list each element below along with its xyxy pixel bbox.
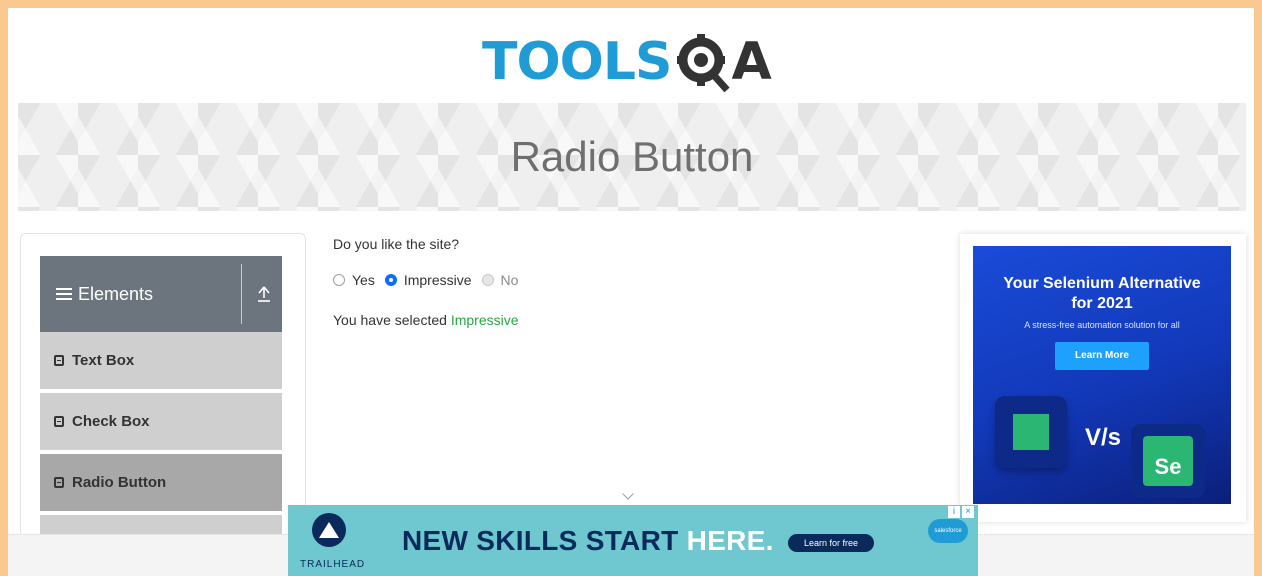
page-frame: TOOLS A Radio Button Elements Text Box C (8, 8, 1254, 576)
html5-icon (54, 416, 64, 427)
page-title: Radio Button (510, 133, 754, 180)
radio-group: Yes Impressive No (333, 272, 528, 288)
html5-icon (54, 477, 64, 488)
ad-learn-free-button[interactable]: Learn for free (788, 534, 874, 552)
radio-circle-disabled (481, 274, 494, 286)
ad-headline: NEW SKILLS START HERE. (402, 525, 774, 557)
collapse-up-icon[interactable] (256, 284, 272, 304)
result-value: Impressive (450, 312, 519, 328)
logo-text-end: A (731, 32, 772, 92)
hamburger-icon (56, 288, 72, 300)
right-advertisement[interactable]: Your Selenium Alternative for 2021 A str… (973, 246, 1231, 504)
sidebar-item-check-box[interactable]: Check Box (40, 393, 282, 452)
ad-product-tile-left (995, 396, 1067, 468)
selenium-logo: Se (1143, 436, 1193, 486)
adchoices-info-icon[interactable]: i (948, 506, 960, 518)
radio-label: Yes (352, 272, 375, 288)
ad-vs-text: V/s (1085, 424, 1122, 451)
sidebar-item-label: Check Box (72, 413, 150, 430)
radio-no: No (481, 272, 519, 288)
ad-brand: TRAILHEAD (300, 559, 366, 570)
header-divider (241, 264, 242, 324)
radio-impressive[interactable]: Impressive (384, 272, 472, 288)
radio-label: No (500, 272, 519, 288)
ad-headline: Your Selenium Alternative for 2021 (973, 274, 1231, 314)
page-banner: Radio Button (18, 103, 1246, 211)
ad-headline-line2: for 2021 (1071, 295, 1133, 312)
selection-result: You have selected Impressive (333, 312, 519, 328)
toolsqa-logo[interactable]: TOOLS A (482, 26, 802, 98)
logo-q-icon (677, 34, 731, 92)
chevron-down-icon[interactable] (622, 488, 634, 500)
bottom-advertisement[interactable]: TRAILHEAD NEW SKILLS START HERE. Learn f… (288, 505, 978, 576)
radio-yes[interactable]: Yes (333, 272, 375, 288)
radio-label: Impressive (403, 272, 472, 288)
logo-text: TOOLS (482, 32, 672, 92)
ad-learn-more-button[interactable]: Learn More (1055, 342, 1149, 370)
sidebar-item-label: Text Box (72, 352, 135, 369)
radio-circle[interactable] (333, 274, 345, 286)
question-text: Do you like the site? (333, 236, 460, 252)
ad-headline-line1: Your Selenium Alternative (1003, 275, 1201, 292)
close-icon[interactable]: × (962, 506, 974, 518)
sidebar-group-elements[interactable]: Elements (40, 256, 282, 332)
sidebar-item-text-box[interactable]: Text Box (40, 332, 282, 391)
ad-headline-accent: HERE. (686, 525, 774, 556)
ad-headline-main: NEW SKILLS START (402, 525, 679, 556)
result-prefix: You have selected (333, 312, 447, 328)
salesforce-logo: salesforce (928, 519, 968, 543)
sidebar-item-radio-button[interactable]: Radio Button (40, 454, 282, 513)
html5-icon (54, 355, 64, 366)
sidebar-item-label: Radio Button (72, 474, 167, 491)
adchoices[interactable]: i × (948, 506, 974, 518)
radio-circle-checked[interactable] (384, 274, 397, 286)
ad-product-tile-right: Se (1131, 424, 1205, 498)
mountain-icon (312, 513, 346, 547)
ad-subtext: A stress-free automation solution for al… (1024, 320, 1180, 330)
sidebar-group-label: Elements (78, 283, 154, 304)
